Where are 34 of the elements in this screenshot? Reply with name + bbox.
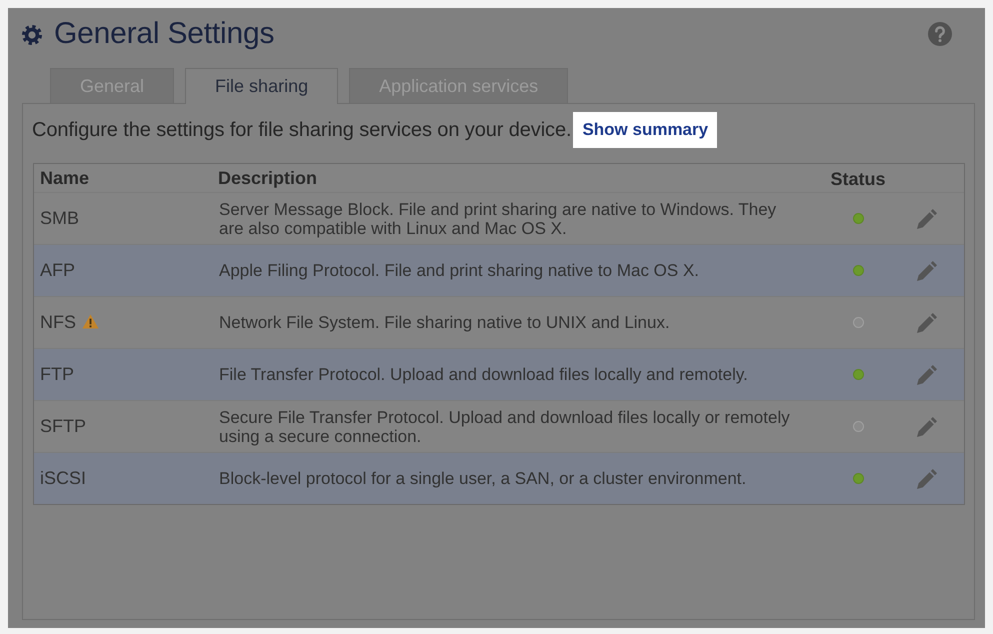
edit-button[interactable] bbox=[916, 208, 938, 230]
help-icon bbox=[928, 22, 952, 46]
edit-button[interactable] bbox=[916, 364, 938, 386]
gear-icon bbox=[22, 25, 42, 45]
service-name: SFTP bbox=[40, 416, 86, 437]
service-description: Server Message Block. File and print sharing are native to Windows. They are also compatible with Linux and Mac OS X. bbox=[219, 200, 778, 238]
service-name: FTP bbox=[40, 364, 74, 385]
column-header: Description bbox=[217, 168, 318, 188]
tab[interactable]: File sharing bbox=[185, 68, 338, 104]
pencil-icon bbox=[916, 416, 938, 438]
edit-button[interactable] bbox=[916, 260, 938, 282]
service-name: SMB bbox=[40, 208, 80, 229]
service-description: Secure File Transfer Protocol. Upload and download files locally or remotely using a secure connection. bbox=[219, 408, 791, 446]
show-summary-link[interactable]: Show summary bbox=[573, 112, 718, 148]
pencil-icon bbox=[916, 208, 938, 230]
window-title: General Settings bbox=[54, 17, 274, 51]
service-name: NFS bbox=[40, 312, 76, 333]
service-description: Network File System. File sharing native to UNIX and Linux. bbox=[219, 313, 671, 332]
edit-button[interactable] bbox=[916, 312, 938, 334]
pencil-icon bbox=[916, 260, 938, 282]
help-button[interactable] bbox=[928, 22, 952, 46]
service-description: Block-level protocol for a single user, a SAN, or a cluster environment. bbox=[219, 469, 748, 488]
edit-button[interactable] bbox=[916, 468, 938, 490]
service-description: Apple Filing Protocol. File and print sharing native to Mac OS X. bbox=[219, 261, 700, 280]
service-name: AFP bbox=[40, 260, 76, 281]
intro-text: Configure the settings for file sharing services on your device. bbox=[32, 118, 572, 142]
pencil-icon bbox=[916, 364, 938, 386]
pencil-icon bbox=[916, 312, 938, 334]
service-name: iSCSI bbox=[40, 468, 86, 489]
column-header: Status bbox=[830, 168, 886, 190]
service-description: File Transfer Protocol. Upload and download files locally and remotely. bbox=[219, 365, 749, 384]
pencil-icon bbox=[916, 468, 938, 490]
edit-button[interactable] bbox=[916, 416, 938, 438]
column-header: Name bbox=[39, 168, 90, 188]
